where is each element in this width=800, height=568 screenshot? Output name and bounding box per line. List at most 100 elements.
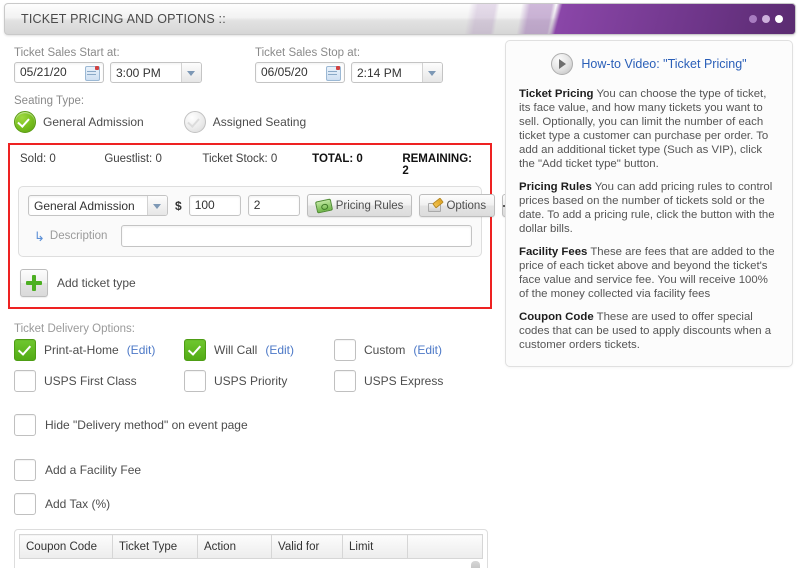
pricing-rules-button[interactable]: Pricing Rules: [306, 194, 413, 217]
delivery-option-will-call[interactable]: Will Call (Edit): [184, 339, 334, 361]
how-to-video-row[interactable]: How-to Video: "Ticket Pricing": [519, 53, 779, 75]
calendar-icon[interactable]: [85, 66, 100, 81]
ticket-type-card: General Admission $ Pricing Rules Option…: [18, 186, 518, 257]
window-title-bar: TICKET PRICING AND OPTIONS ::: [4, 3, 796, 35]
edit-link[interactable]: (Edit): [265, 343, 294, 357]
facility-fee-row[interactable]: Add a Facility Fee: [14, 459, 488, 481]
seating-option-general-admission[interactable]: General Admission: [14, 111, 144, 133]
coupon-table-body-empty: [19, 559, 483, 568]
help-term: Pricing Rules: [519, 181, 592, 193]
window-dot-2-icon[interactable]: [762, 15, 770, 23]
checkbox-checked-icon[interactable]: [184, 339, 206, 361]
coupon-table: Coupon Code Ticket Type Action Valid for…: [19, 534, 483, 559]
ticket-delivery-options-section: Ticket Delivery Options: Print-at-Home (…: [14, 323, 488, 392]
ticket-price-input[interactable]: [188, 195, 241, 216]
checkbox-unchecked-icon[interactable]: [14, 493, 36, 515]
seating-type-label: Seating Type:: [14, 95, 85, 107]
ticket-options-button[interactable]: Options: [419, 194, 496, 217]
checkbox-unchecked-icon[interactable]: [184, 370, 206, 392]
calendar-icon[interactable]: [326, 66, 341, 81]
sales-stop-group: Ticket Sales Stop at: 2:14 PM: [255, 47, 443, 83]
sales-dates-row: Ticket Sales Start at: 3:00 PM Ticket: [14, 47, 488, 83]
checkbox-unchecked-icon[interactable]: [334, 339, 356, 361]
edit-link[interactable]: (Edit): [413, 343, 442, 357]
help-term: Coupon Code: [519, 311, 594, 323]
coupon-header-limit[interactable]: Limit: [342, 534, 408, 559]
ticket-description-label: Description: [49, 230, 108, 242]
edit-link[interactable]: (Edit): [127, 343, 156, 357]
window-dot-3-icon[interactable]: [775, 15, 783, 23]
window-controls[interactable]: [749, 15, 783, 23]
add-tax-label: Add Tax (%): [45, 497, 111, 511]
checkbox-unchecked-icon[interactable]: [14, 459, 36, 481]
ticket-description-row: ↳ Description: [28, 225, 472, 247]
checkbox-unchecked-icon[interactable]: [334, 370, 356, 392]
ticket-description-input[interactable]: [120, 225, 472, 247]
checkbox-checked-icon[interactable]: [14, 339, 36, 361]
hide-delivery-method-row[interactable]: Hide "Delivery method" on event page: [14, 414, 488, 436]
help-text: You can choose the type of ticket, its f…: [519, 88, 769, 170]
pencil-icon: [428, 200, 442, 212]
ticket-delivery-options-label: Ticket Delivery Options:: [14, 323, 135, 335]
seating-option-label: Assigned Seating: [212, 115, 307, 129]
help-paragraph-pricing-rules: Pricing Rules You can add pricing rules …: [519, 180, 779, 236]
vertical-scrollbar-thumb[interactable]: [471, 561, 480, 568]
help-term: Facility Fees: [519, 246, 588, 258]
sales-start-label: Ticket Sales Start at:: [14, 47, 120, 59]
chevron-down-icon[interactable]: [147, 196, 167, 215]
stat-total: TOTAL: 0: [312, 153, 363, 165]
delivery-option-usps-express[interactable]: USPS Express: [334, 370, 488, 392]
coupon-header-ticket-type[interactable]: Ticket Type: [112, 534, 198, 559]
seating-option-assigned-seating[interactable]: Assigned Seating: [183, 111, 307, 133]
how-to-video-link[interactable]: How-to Video: "Ticket Pricing": [581, 57, 746, 71]
delivery-option-usps-first-class[interactable]: USPS First Class: [14, 370, 184, 392]
chevron-down-icon[interactable]: [422, 63, 442, 82]
page-body: Ticket Sales Start at: 3:00 PM Ticket: [0, 35, 800, 568]
delivery-option-label: USPS Priority: [214, 374, 288, 388]
help-paragraph-facility-fees: Facility Fees These are fees that are ad…: [519, 245, 779, 301]
delivery-option-label: USPS Express: [364, 374, 444, 388]
radio-selected-icon[interactable]: [14, 111, 36, 133]
coupon-table-header-row: Coupon Code Ticket Type Action Valid for…: [19, 534, 483, 559]
main-form-column: Ticket Sales Start at: 3:00 PM Ticket: [0, 35, 518, 568]
radio-unselected-icon[interactable]: [183, 111, 206, 133]
add-ticket-type-row[interactable]: Add ticket type: [18, 269, 482, 297]
ticket-stats-row: Sold: 0 Guestlist: 0 Ticket Stock: 0 TOT…: [18, 153, 482, 186]
chevron-down-icon[interactable]: [181, 63, 201, 82]
help-panel-column: How-to Video: "Ticket Pricing" Ticket Pr…: [505, 40, 793, 367]
add-tax-row[interactable]: Add Tax (%): [14, 493, 488, 515]
delivery-option-label: Print-at-Home: [44, 343, 119, 357]
stat-sold: Sold: 0: [20, 153, 56, 165]
ticket-quantity-input[interactable]: [247, 195, 300, 216]
page-title: TICKET PRICING AND OPTIONS ::: [21, 12, 226, 26]
coupon-header-actions-blank[interactable]: [407, 534, 483, 559]
coupon-header-action[interactable]: Action: [197, 534, 272, 559]
delivery-option-custom[interactable]: Custom (Edit): [334, 339, 488, 361]
sales-window-section: Ticket Sales Start at: 3:00 PM Ticket: [14, 47, 488, 83]
checkbox-unchecked-icon[interactable]: [14, 414, 36, 436]
delivery-option-usps-priority[interactable]: USPS Priority: [184, 370, 334, 392]
stat-remaining: REMAINING: 2: [402, 153, 472, 177]
hide-delivery-method-label: Hide "Delivery method" on event page: [45, 418, 248, 432]
arrow-down-right-icon: ↳: [34, 228, 45, 244]
delivery-option-label: Custom: [364, 343, 406, 357]
ticket-type-row: General Admission $ Pricing Rules Option…: [28, 194, 518, 217]
help-paragraph-ticket-pricing: Ticket Pricing You can choose the type o…: [519, 87, 779, 171]
add-ticket-type-label: Add ticket type: [57, 276, 136, 290]
delivery-option-print-at-home[interactable]: Print-at-Home (Edit): [14, 339, 184, 361]
coupon-header-coupon-code[interactable]: Coupon Code: [19, 534, 113, 559]
sales-stop-time-wrap: 2:14 PM: [351, 62, 443, 83]
checkbox-unchecked-icon[interactable]: [14, 370, 36, 392]
currency-symbol: $: [175, 198, 182, 213]
delivery-option-label: USPS First Class: [44, 374, 137, 388]
help-paragraph-coupon-code: Coupon Code These are used to offer spec…: [519, 310, 779, 352]
coupon-header-valid-for[interactable]: Valid for: [271, 534, 343, 559]
sales-start-date-wrap: [14, 62, 104, 83]
sales-stop-date-wrap: [255, 62, 345, 83]
facility-fee-label: Add a Facility Fee: [45, 463, 142, 477]
window-dot-1-icon[interactable]: [749, 15, 757, 23]
sales-stop-label: Ticket Sales Stop at:: [255, 47, 361, 59]
plus-icon[interactable]: [20, 269, 48, 297]
seating-option-label: General Admission: [43, 115, 144, 129]
play-icon[interactable]: [551, 53, 574, 75]
